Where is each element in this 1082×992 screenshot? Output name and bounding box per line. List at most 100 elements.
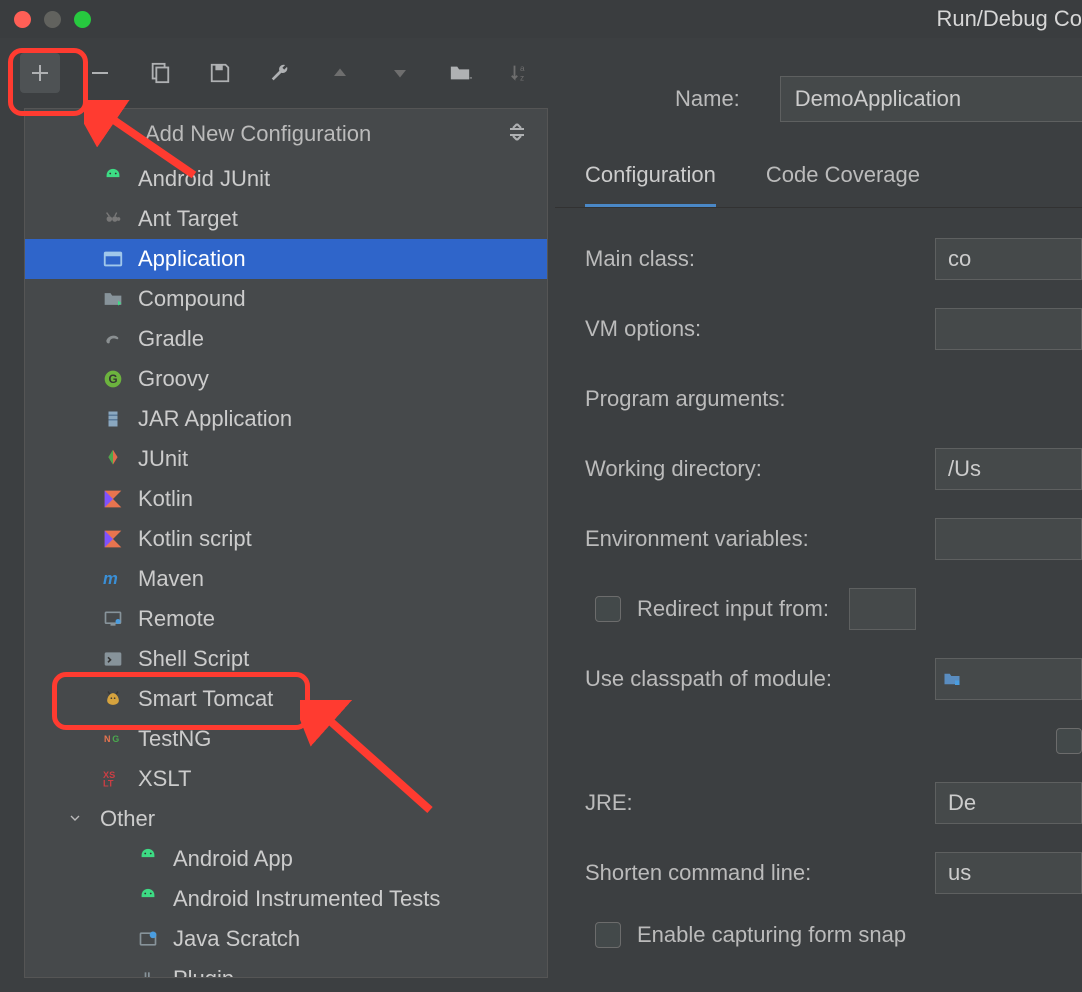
- tabs: Configuration Code Coverage: [555, 152, 1082, 208]
- config-type-testng[interactable]: NGTestNG: [25, 719, 547, 759]
- other-category[interactable]: Other: [25, 799, 547, 839]
- config-type-xslt[interactable]: XSLTXSLT: [25, 759, 547, 799]
- program-args-row: Program arguments:: [585, 378, 1082, 420]
- config-type-shell-script[interactable]: Shell Script: [25, 639, 547, 679]
- config-type-label: Android Instrumented Tests: [173, 886, 440, 912]
- popup-list[interactable]: Android JUnit Ant TargetApplication Compou…: [25, 159, 547, 977]
- config-type-label: Plugin: [173, 966, 234, 977]
- config-type-groovy[interactable]: GGroovy: [25, 359, 547, 399]
- classpath-row: Use classpath of module:: [585, 658, 1082, 700]
- config-type-ant-target[interactable]: Ant Target: [25, 199, 547, 239]
- svg-text:N: N: [104, 734, 111, 744]
- config-type-android-app[interactable]: Android App: [25, 839, 547, 879]
- add-config-button[interactable]: [20, 53, 60, 93]
- move-up-button[interactable]: [320, 53, 360, 93]
- name-label: Name:: [675, 86, 740, 112]
- config-type-smart-tomcat[interactable]: Smart Tomcat: [25, 679, 547, 719]
- env-vars-input[interactable]: [935, 518, 1082, 560]
- config-type-label: Shell Script: [138, 646, 249, 672]
- ant-icon: [100, 206, 126, 232]
- config-type-jar-application[interactable]: JAR Application: [25, 399, 547, 439]
- move-down-button[interactable]: [380, 53, 420, 93]
- groovy-icon: G: [100, 366, 126, 392]
- config-type-remote[interactable]: Remote: [25, 599, 547, 639]
- vm-options-row: VM options:: [585, 308, 1082, 350]
- redirect-checkbox[interactable]: [595, 596, 621, 622]
- minimize-window-button[interactable]: [44, 11, 61, 28]
- config-type-compound[interactable]: Compound: [25, 279, 547, 319]
- include-deps-checkbox[interactable]: [1056, 728, 1082, 754]
- chevron-down-icon: [67, 806, 83, 832]
- edit-templates-button[interactable]: [260, 53, 300, 93]
- remote-icon: [100, 606, 126, 632]
- tomcat-icon: [100, 686, 126, 712]
- save-config-button[interactable]: [200, 53, 240, 93]
- copy-config-button[interactable]: [140, 53, 180, 93]
- sort-az-icon: az: [509, 62, 531, 84]
- jar-icon: [100, 406, 126, 432]
- gradle-icon: [100, 326, 126, 352]
- config-type-application[interactable]: Application: [25, 239, 547, 279]
- config-type-label: Java Scratch: [173, 926, 300, 952]
- config-type-java-scratch[interactable]: Java Scratch: [25, 919, 547, 959]
- minus-icon: [88, 61, 112, 85]
- title-bar: Run/Debug Co: [0, 0, 1082, 38]
- main-class-input[interactable]: [935, 238, 1082, 280]
- config-type-label: JAR Application: [138, 406, 292, 432]
- other-label: Other: [100, 806, 155, 832]
- jre-row: JRE:: [585, 782, 1082, 824]
- config-type-android-junit[interactable]: Android JUnit: [25, 159, 547, 199]
- svg-text:LT: LT: [103, 779, 114, 789]
- close-window-button[interactable]: [14, 11, 31, 28]
- env-vars-label: Environment variables:: [585, 526, 935, 552]
- config-type-plugin[interactable]: Plugin: [25, 959, 547, 977]
- config-type-label: Compound: [138, 286, 246, 312]
- sort-button[interactable]: az: [500, 53, 540, 93]
- window-title: Run/Debug Co: [936, 6, 1082, 32]
- config-type-maven[interactable]: m Maven: [25, 559, 547, 599]
- config-type-label: JUnit: [138, 446, 188, 472]
- shorten-input[interactable]: [935, 852, 1082, 894]
- kotlin-icon: [100, 526, 126, 552]
- module-icon: [942, 670, 962, 688]
- config-type-label: Android App: [173, 846, 293, 872]
- kotlin-icon: [100, 486, 126, 512]
- android-icon: [135, 846, 161, 872]
- config-type-label: Smart Tomcat: [138, 686, 273, 712]
- jre-input[interactable]: [935, 782, 1082, 824]
- svg-text:a: a: [520, 64, 525, 73]
- folder-button[interactable]: +: [440, 53, 480, 93]
- config-type-kotlin-script[interactable]: Kotlin script: [25, 519, 547, 559]
- jre-label: JRE:: [585, 790, 935, 816]
- junit-icon: [100, 446, 126, 472]
- vm-options-input[interactable]: [935, 308, 1082, 350]
- maximize-window-button[interactable]: [74, 11, 91, 28]
- config-panel: Name: Configuration Code Coverage Main c…: [555, 56, 1082, 948]
- working-dir-input[interactable]: [935, 448, 1082, 490]
- triangle-down-icon: [391, 64, 409, 82]
- tab-configuration[interactable]: Configuration: [585, 152, 716, 207]
- vm-options-label: VM options:: [585, 316, 935, 342]
- config-type-label: Remote: [138, 606, 215, 632]
- config-type-label: Kotlin: [138, 486, 193, 512]
- svg-text:G: G: [108, 373, 117, 386]
- redirect-input[interactable]: [849, 588, 916, 630]
- config-type-gradle[interactable]: Gradle: [25, 319, 547, 359]
- config-type-label: Maven: [138, 566, 204, 592]
- collapse-icon[interactable]: [505, 120, 529, 149]
- main-class-label: Main class:: [585, 246, 935, 272]
- scratch-icon: [135, 926, 161, 952]
- remove-config-button[interactable]: [80, 53, 120, 93]
- tab-code-coverage[interactable]: Code Coverage: [766, 152, 920, 207]
- config-type-kotlin[interactable]: Kotlin: [25, 479, 547, 519]
- config-type-label: Kotlin script: [138, 526, 252, 552]
- xslt-icon: XSLT: [100, 766, 126, 792]
- config-name-input[interactable]: [780, 76, 1082, 122]
- config-type-android-instrumented-tests[interactable]: Android Instrumented Tests: [25, 879, 547, 919]
- svg-text:m: m: [103, 569, 118, 588]
- name-row: Name:: [555, 56, 1082, 152]
- snapshot-checkbox[interactable]: [595, 922, 621, 948]
- config-type-junit[interactable]: JUnit: [25, 439, 547, 479]
- config-type-label: Android JUnit: [138, 166, 270, 192]
- classpath-select[interactable]: [935, 658, 1082, 700]
